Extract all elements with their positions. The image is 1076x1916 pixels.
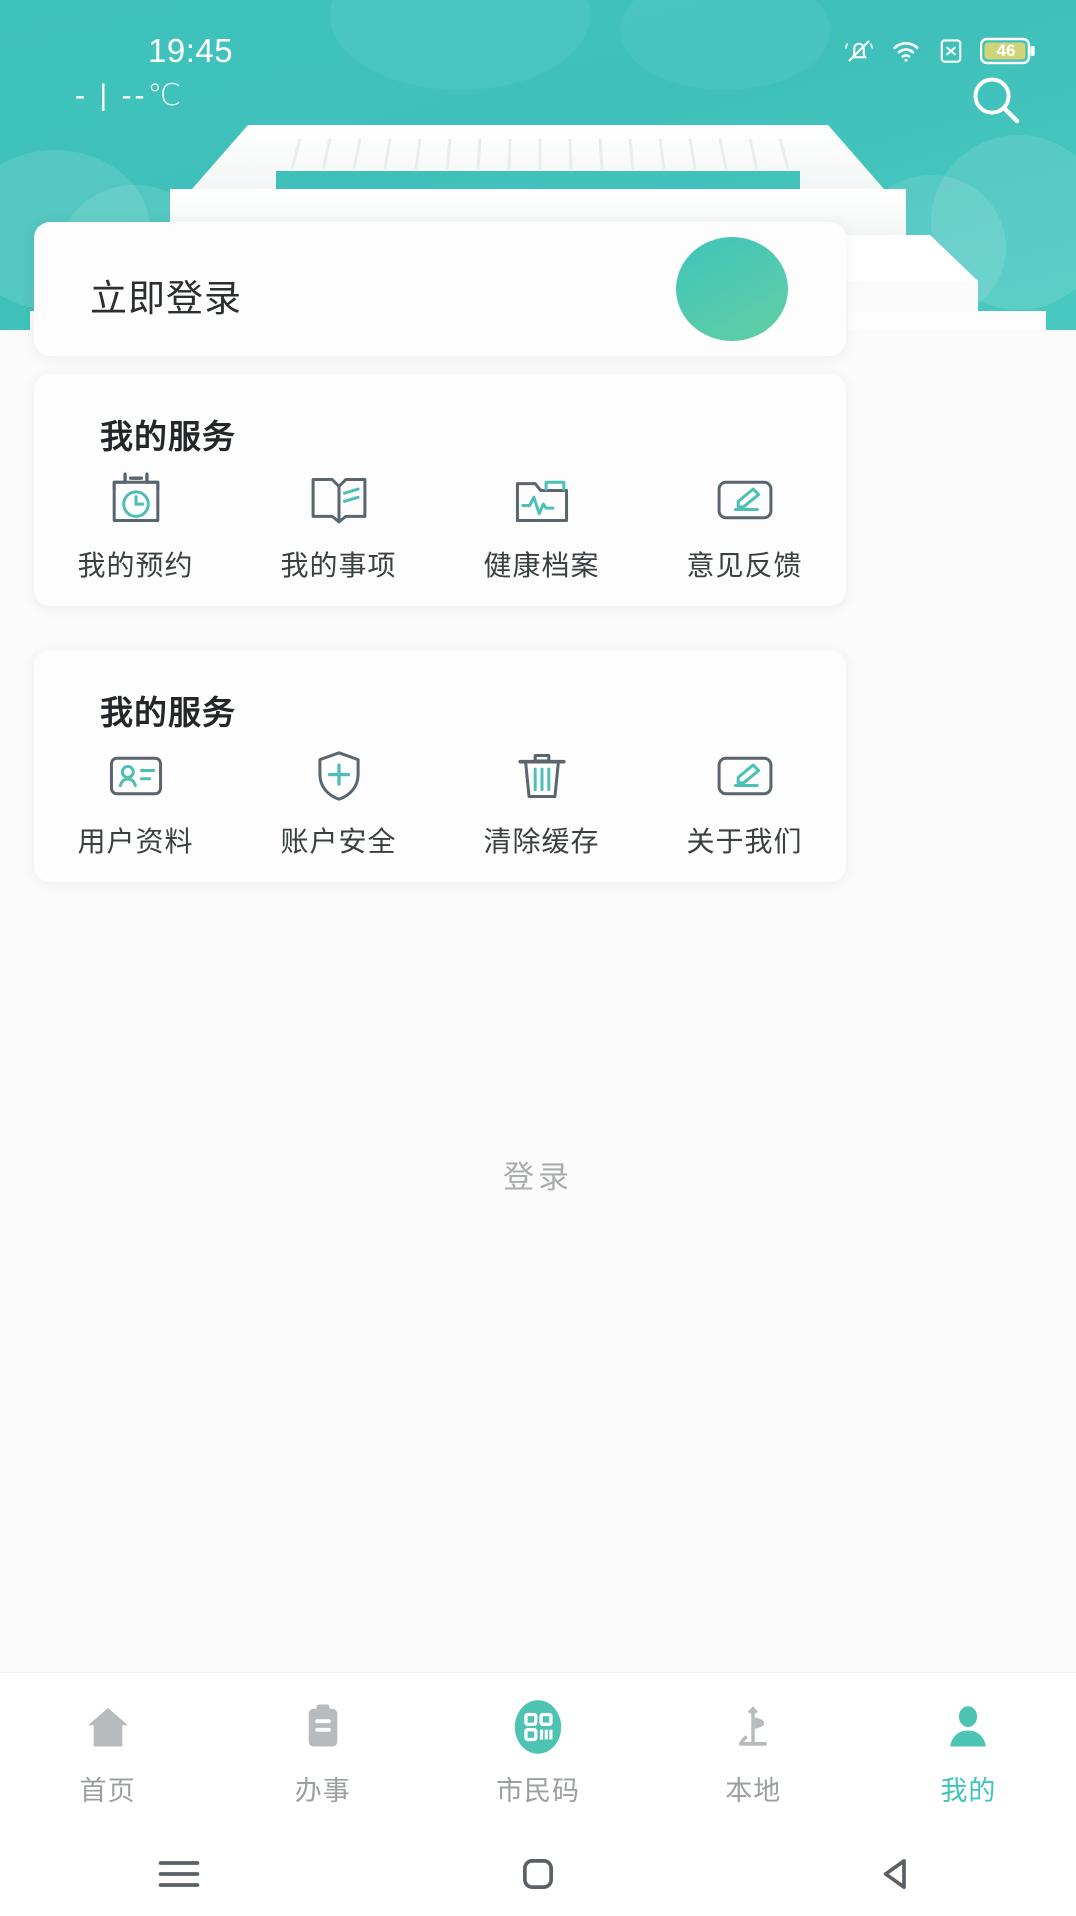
settings-item-account-security[interactable]: 账户安全 (237, 746, 440, 860)
tab-local[interactable]: 本地 (646, 1697, 861, 1808)
landmark-icon (726, 1697, 780, 1757)
wifi-icon (893, 42, 919, 62)
card-title: 我的服务 (100, 418, 236, 455)
tab-citizen-code[interactable]: 市民码 (430, 1697, 645, 1808)
settings-item-about-us[interactable]: 关于我们 (643, 746, 846, 860)
my-settings-card: 我的服务 用户资料 账户安全 清除缓存 关于我们 (34, 650, 846, 882)
id-card-icon (109, 756, 162, 796)
person-icon (941, 1697, 995, 1757)
services-grid: 我的预约 我的事项 健康档案 意见反馈 (34, 470, 846, 584)
service-item-label: 我的事项 (280, 550, 397, 581)
service-item-health-record[interactable]: 健康档案 (440, 470, 643, 584)
login-card[interactable]: 立即登录 (34, 222, 846, 356)
battery-level: 46 (996, 41, 1016, 60)
home-square-icon[interactable] (478, 1844, 598, 1904)
service-item-appointments[interactable]: 我的预约 (34, 470, 237, 584)
status-icons: 46 (844, 36, 1036, 66)
pencil-edit-icon (717, 480, 772, 520)
status-bar: 19:45 46 (0, 0, 1076, 86)
system-nav-bar (0, 1832, 1076, 1916)
search-icon[interactable] (968, 72, 1024, 128)
my-services-card: 我的服务 我的预约 我的事项 健康档案 意见反馈 (34, 374, 846, 606)
back-triangle-icon[interactable] (837, 1844, 957, 1904)
tab-label: 我的 (940, 1776, 997, 1806)
settings-item-label: 账户安全 (280, 826, 397, 857)
settings-item-profile[interactable]: 用户资料 (34, 746, 237, 860)
status-time: 19:45 (148, 32, 234, 69)
settings-item-label: 清除缓存 (483, 826, 600, 857)
tab-services[interactable]: 办事 (215, 1697, 430, 1808)
qr-code-icon (511, 1697, 565, 1757)
mute-icon (845, 40, 873, 62)
sim-card-icon (940, 39, 962, 63)
avatar[interactable] (676, 237, 788, 341)
menu-icon[interactable] (119, 1844, 239, 1904)
calendar-clock-icon (112, 472, 159, 522)
tab-label: 首页 (79, 1776, 136, 1806)
card-title: 我的服务 (100, 694, 236, 731)
open-book-icon (311, 478, 366, 524)
app-root: 19:45 46 - | --℃ 立即登录 我的服务 我的预约 我的事项 健康档… (0, 0, 1076, 1916)
service-item-label: 我的预约 (77, 550, 194, 581)
settings-item-label: 关于我们 (686, 826, 803, 857)
service-item-label: 健康档案 (483, 550, 600, 581)
folder-pulse-icon (515, 480, 568, 522)
settings-item-label: 用户资料 (77, 826, 194, 857)
tab-label: 本地 (725, 1776, 782, 1806)
trash-icon (517, 754, 566, 798)
home-icon (81, 1697, 135, 1757)
bottom-tab-bar: 首页 办事 市民码 本地 我的 (0, 1672, 1076, 1832)
shield-plus-icon (317, 751, 360, 801)
pencil-edit-icon (717, 756, 772, 796)
tab-home[interactable]: 首页 (0, 1697, 215, 1808)
service-item-matters[interactable]: 我的事项 (237, 470, 440, 584)
service-item-feedback[interactable]: 意见反馈 (643, 470, 846, 584)
service-item-label: 意见反馈 (686, 550, 803, 581)
settings-item-clear-cache[interactable]: 清除缓存 (440, 746, 643, 860)
tab-mine[interactable]: 我的 (861, 1697, 1076, 1808)
battery-icon: 46 (980, 37, 1036, 65)
clipboard-icon (296, 1697, 350, 1757)
login-now-label[interactable]: 立即登录 (90, 268, 242, 322)
tab-label: 办事 (294, 1776, 351, 1806)
tab-label: 市民码 (496, 1776, 580, 1806)
settings-grid: 用户资料 账户安全 清除缓存 关于我们 (34, 746, 846, 860)
login-link[interactable]: 登录 (0, 1152, 1076, 1197)
weather-text: - | --℃ (75, 79, 185, 112)
